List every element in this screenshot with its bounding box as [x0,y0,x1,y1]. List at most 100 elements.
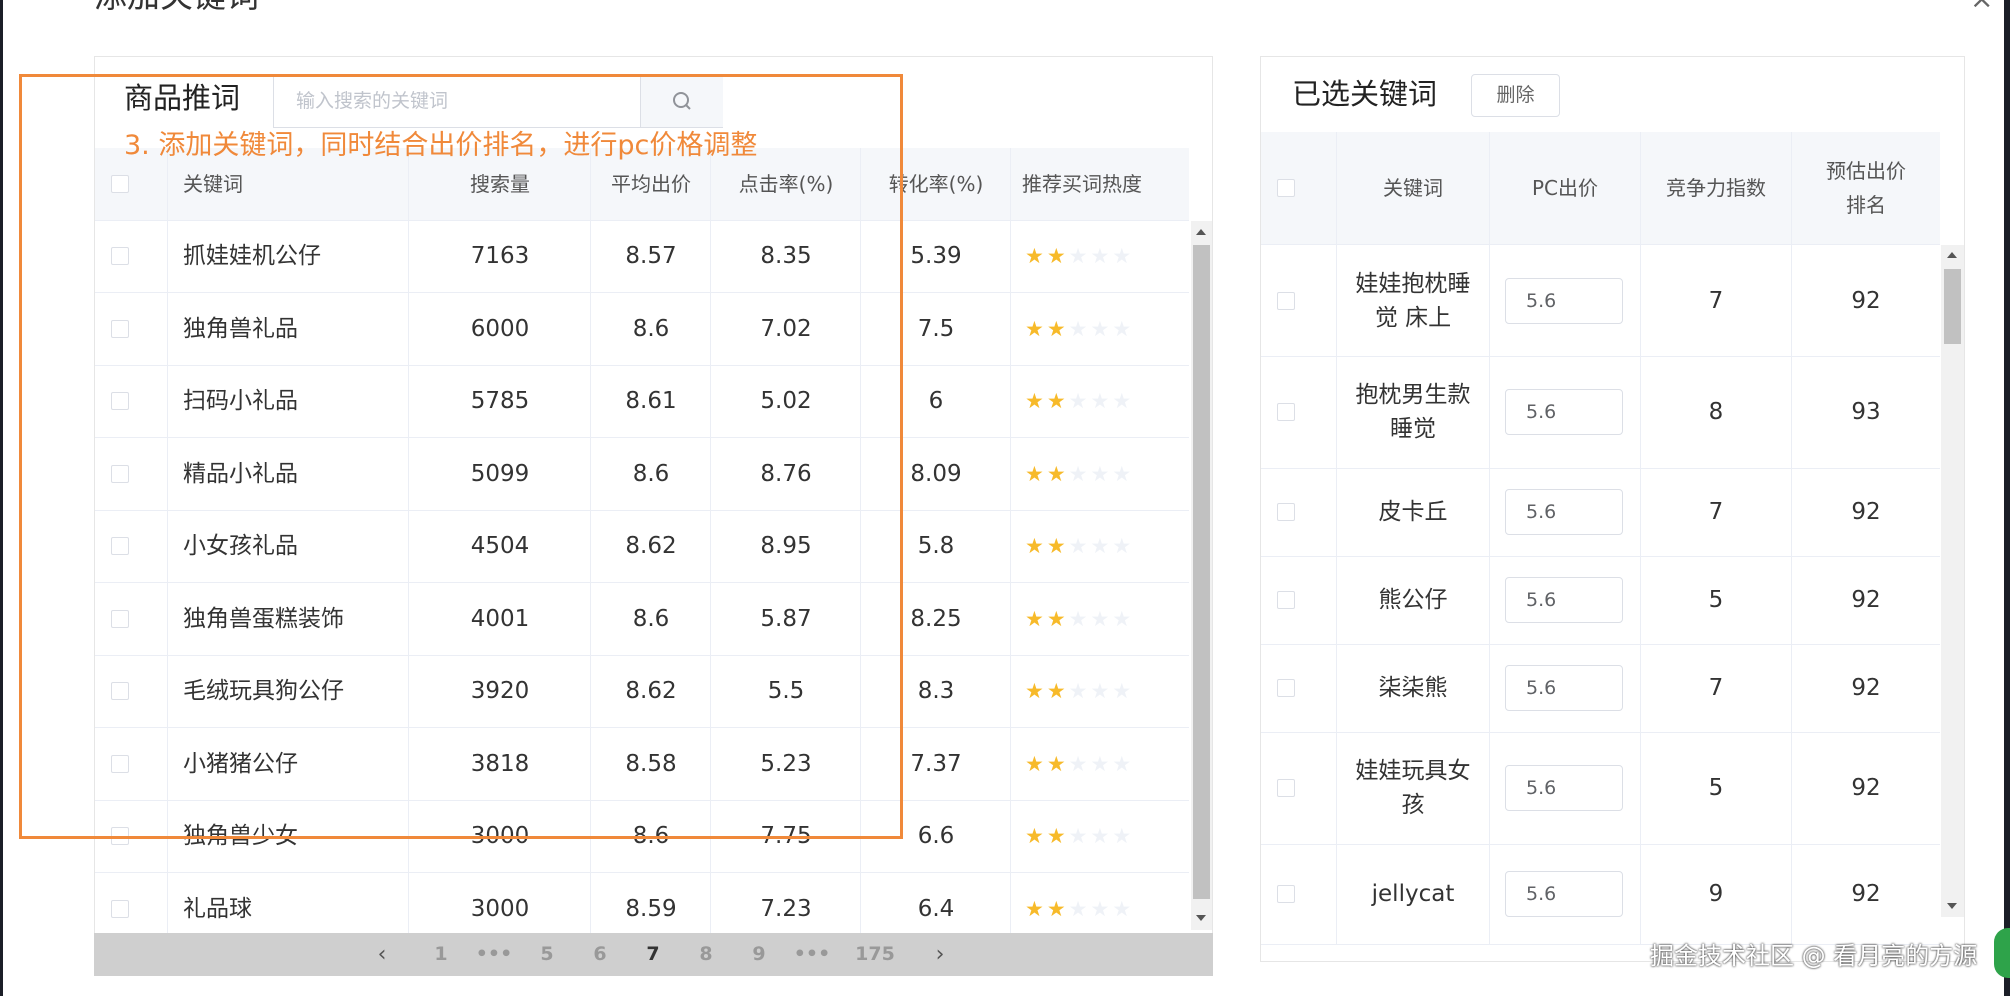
col-heat[interactable]: 推荐买词热度 [1012,148,1172,220]
row-checkbox[interactable] [1277,403,1295,421]
star-empty-icon: ★ [1112,316,1135,341]
annotation-text: 3. 添加关键词，同时结合出价排名，进行pc价格调整 [124,130,758,161]
star-empty-icon: ★ [1090,389,1113,413]
selected-row[interactable]: 皮卡丘 5.6 7 92 [1261,468,1940,557]
col-divider [1010,727,1011,800]
window-left-edge [0,0,3,996]
selected-row[interactable]: 娃娃玩具女孩 5.6 5 92 [1261,732,1940,845]
pc-bid-input[interactable]: 5.6 [1505,277,1623,324]
selected-row[interactable]: jellycat 5.6 9 92 [1261,844,1940,945]
row-checkbox[interactable] [1277,885,1295,903]
star-empty-icon: ★ [1112,824,1135,848]
col-divider [1010,582,1011,655]
col-keyword[interactable]: 关键词 [1337,132,1489,244]
pc-bid-input[interactable]: 5.6 [1505,389,1623,435]
star-empty-icon: ★ [1112,896,1135,921]
delete-button[interactable]: 删除 [1471,74,1560,117]
next-page-icon[interactable]: › [920,933,960,976]
keyword-table-scrollbar[interactable] [1191,221,1212,930]
col-divider [1010,800,1011,872]
page-button[interactable]: 9 [739,933,779,976]
col-divider [1010,148,1011,220]
row-checkbox[interactable] [1277,291,1295,310]
selected-keyword-title: 已选关键词 [1292,77,1438,111]
star-empty-icon: ★ [1112,679,1135,703]
selected-row[interactable]: 抱枕男生款睡觉 5.6 8 93 [1261,356,1940,469]
page-button-current[interactable]: 7 [633,933,673,976]
star-empty-icon: ★ [1068,316,1091,341]
heat-rating: ★★★★★ [1025,220,1134,292]
col-divider [1489,132,1490,244]
col-divider [1489,468,1490,556]
page-ellipsis[interactable]: ••• [474,933,514,976]
cell-keyword: 娃娃玩具女孩 [1355,758,1471,818]
star-empty-icon: ★ [1068,461,1091,486]
cell-keyword: 娃娃抱枕睡觉 床上 [1355,270,1471,331]
col-competition[interactable]: 竞争力指数 [1641,132,1791,244]
page-button[interactable]: 8 [686,933,726,976]
watermark: 掘金技术社区 @ 看月亮的方源 [1650,942,1978,970]
scroll-down-icon[interactable] [1196,915,1206,921]
selected-row[interactable]: 柒柒熊 5.6 7 92 [1261,644,1940,733]
page-button[interactable]: 175 [845,933,905,976]
selected-table-scrollbar[interactable] [1941,245,1964,917]
heat-rating: ★★★★★ [1025,655,1134,727]
scroll-thumb[interactable] [1193,245,1210,899]
row-checkbox[interactable] [1277,779,1295,797]
pc-bid-input[interactable]: 5.6 [1505,577,1623,623]
heat-rating: ★★★★★ [1025,728,1134,800]
col-est-rank[interactable]: 预估出价排名 [1792,132,1940,244]
star-empty-icon: ★ [1112,461,1135,486]
cell-competition: 5 [1708,775,1724,801]
star-empty-icon: ★ [1090,461,1113,486]
pc-bid-input[interactable]: 5.6 [1505,765,1623,811]
page-button[interactable]: 1 [421,933,461,976]
selected-row[interactable]: 熊公仔 5.6 5 92 [1261,556,1940,645]
col-divider [1489,844,1490,944]
scroll-thumb[interactable] [1944,269,1961,344]
row-checkbox[interactable] [1277,591,1295,609]
selected-row[interactable]: 娃娃抱枕睡觉 床上 5.6 7 92 [1261,245,1940,357]
pc-bid-input[interactable]: 5.6 [1505,665,1623,711]
star-filled-icon: ★ [1025,751,1047,776]
star-empty-icon: ★ [1090,896,1113,921]
star-empty-icon: ★ [1068,679,1091,703]
star-filled-icon: ★ [1025,461,1047,486]
page-button[interactable]: 6 [580,933,620,976]
star-empty-icon: ★ [1112,606,1135,631]
star-empty-icon: ★ [1068,751,1091,776]
star-empty-icon: ★ [1090,534,1113,558]
row-checkbox[interactable] [111,899,129,918]
close-icon[interactable]: × [1970,0,1993,15]
star-filled-icon: ★ [1046,534,1069,558]
col-divider [1010,510,1011,582]
row-checkbox[interactable] [1277,679,1295,697]
star-filled-icon: ★ [1025,389,1047,413]
pc-bid-input[interactable]: 5.6 [1505,489,1623,535]
col-divider [1010,365,1011,437]
star-filled-icon: ★ [1025,534,1047,558]
heat-rating: ★★★★★ [1025,365,1134,437]
star-filled-icon: ★ [1025,824,1047,848]
scroll-up-icon[interactable] [1947,252,1957,258]
col-pc-bid[interactable]: PC出价 [1490,132,1640,244]
cell-competition: 7 [1708,287,1724,314]
heat-rating: ★★★★★ [1025,583,1134,655]
prev-page-icon[interactable]: ‹ [362,933,402,976]
heat-rating: ★★★★★ [1025,800,1134,872]
heat-rating: ★★★★★ [1025,438,1134,510]
star-empty-icon: ★ [1068,896,1091,921]
scroll-down-icon[interactable] [1947,903,1957,909]
row-checkbox[interactable] [1277,503,1295,521]
pc-bid-input[interactable]: 5.6 [1505,871,1623,917]
floating-logo[interactable] [1994,928,2010,978]
page-button[interactable]: 5 [527,933,567,976]
col-divider [1010,292,1011,365]
page-ellipsis[interactable]: ••• [792,933,832,976]
select-all-selected-checkbox[interactable] [1277,179,1295,197]
col-divider [1791,132,1792,244]
col-divider [1336,245,1337,356]
cell-est-rank: 92 [1851,587,1881,613]
col-divider [1336,844,1337,944]
scroll-up-icon[interactable] [1196,229,1206,235]
